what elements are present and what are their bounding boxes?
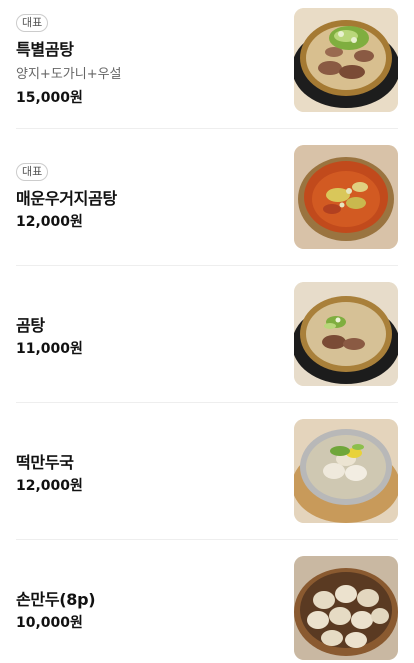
menu-item-tteok-mandu-guk[interactable]: 떡만두국 12,000원	[0, 403, 414, 539]
menu-item-gomtang[interactable]: 곰탕 11,000원	[0, 266, 414, 402]
menu-item-image	[294, 8, 398, 112]
menu-item-description: 양지+도가니+우설	[16, 67, 122, 82]
menu-item-name: 손만두(8p)	[16, 590, 96, 609]
menu-item-name: 특별곰탕	[16, 40, 74, 59]
menu-item-hand-made-dumplings[interactable]: 손만두(8p) 10,000원	[0, 540, 414, 663]
menu-item-price: 10,000원	[16, 615, 83, 631]
menu-item-image	[294, 282, 398, 386]
signature-badge: 대표	[16, 163, 49, 181]
menu-item-image	[294, 556, 398, 660]
menu-item-price: 15,000원	[16, 90, 83, 106]
menu-item-special-gomtang[interactable]: 대표 특별곰탕 양지+도가니+우설 15,000원	[0, 0, 414, 128]
menu-item-spicy-ugeoji-gomtang[interactable]: 대표 매운우거지곰탕 12,000원	[0, 129, 414, 265]
dumpling-plate-icon	[294, 556, 398, 660]
menu-item-name: 곰탕	[16, 316, 45, 335]
beef-bone-soup-icon	[294, 282, 398, 386]
rice-cake-dumpling-soup-icon	[294, 419, 398, 523]
spicy-cabbage-beef-soup-icon	[294, 145, 398, 249]
menu-item-name: 매운우거지곰탕	[16, 189, 117, 208]
menu-item-price: 12,000원	[16, 214, 83, 230]
menu-item-name: 떡만두국	[16, 453, 74, 472]
menu-item-image	[294, 419, 398, 523]
menu-item-image	[294, 145, 398, 249]
signature-badge: 대표	[16, 14, 49, 32]
menu-item-price: 11,000원	[16, 341, 83, 357]
menu-item-price: 12,000원	[16, 478, 83, 494]
beef-bone-soup-with-scallions-icon	[294, 8, 398, 112]
